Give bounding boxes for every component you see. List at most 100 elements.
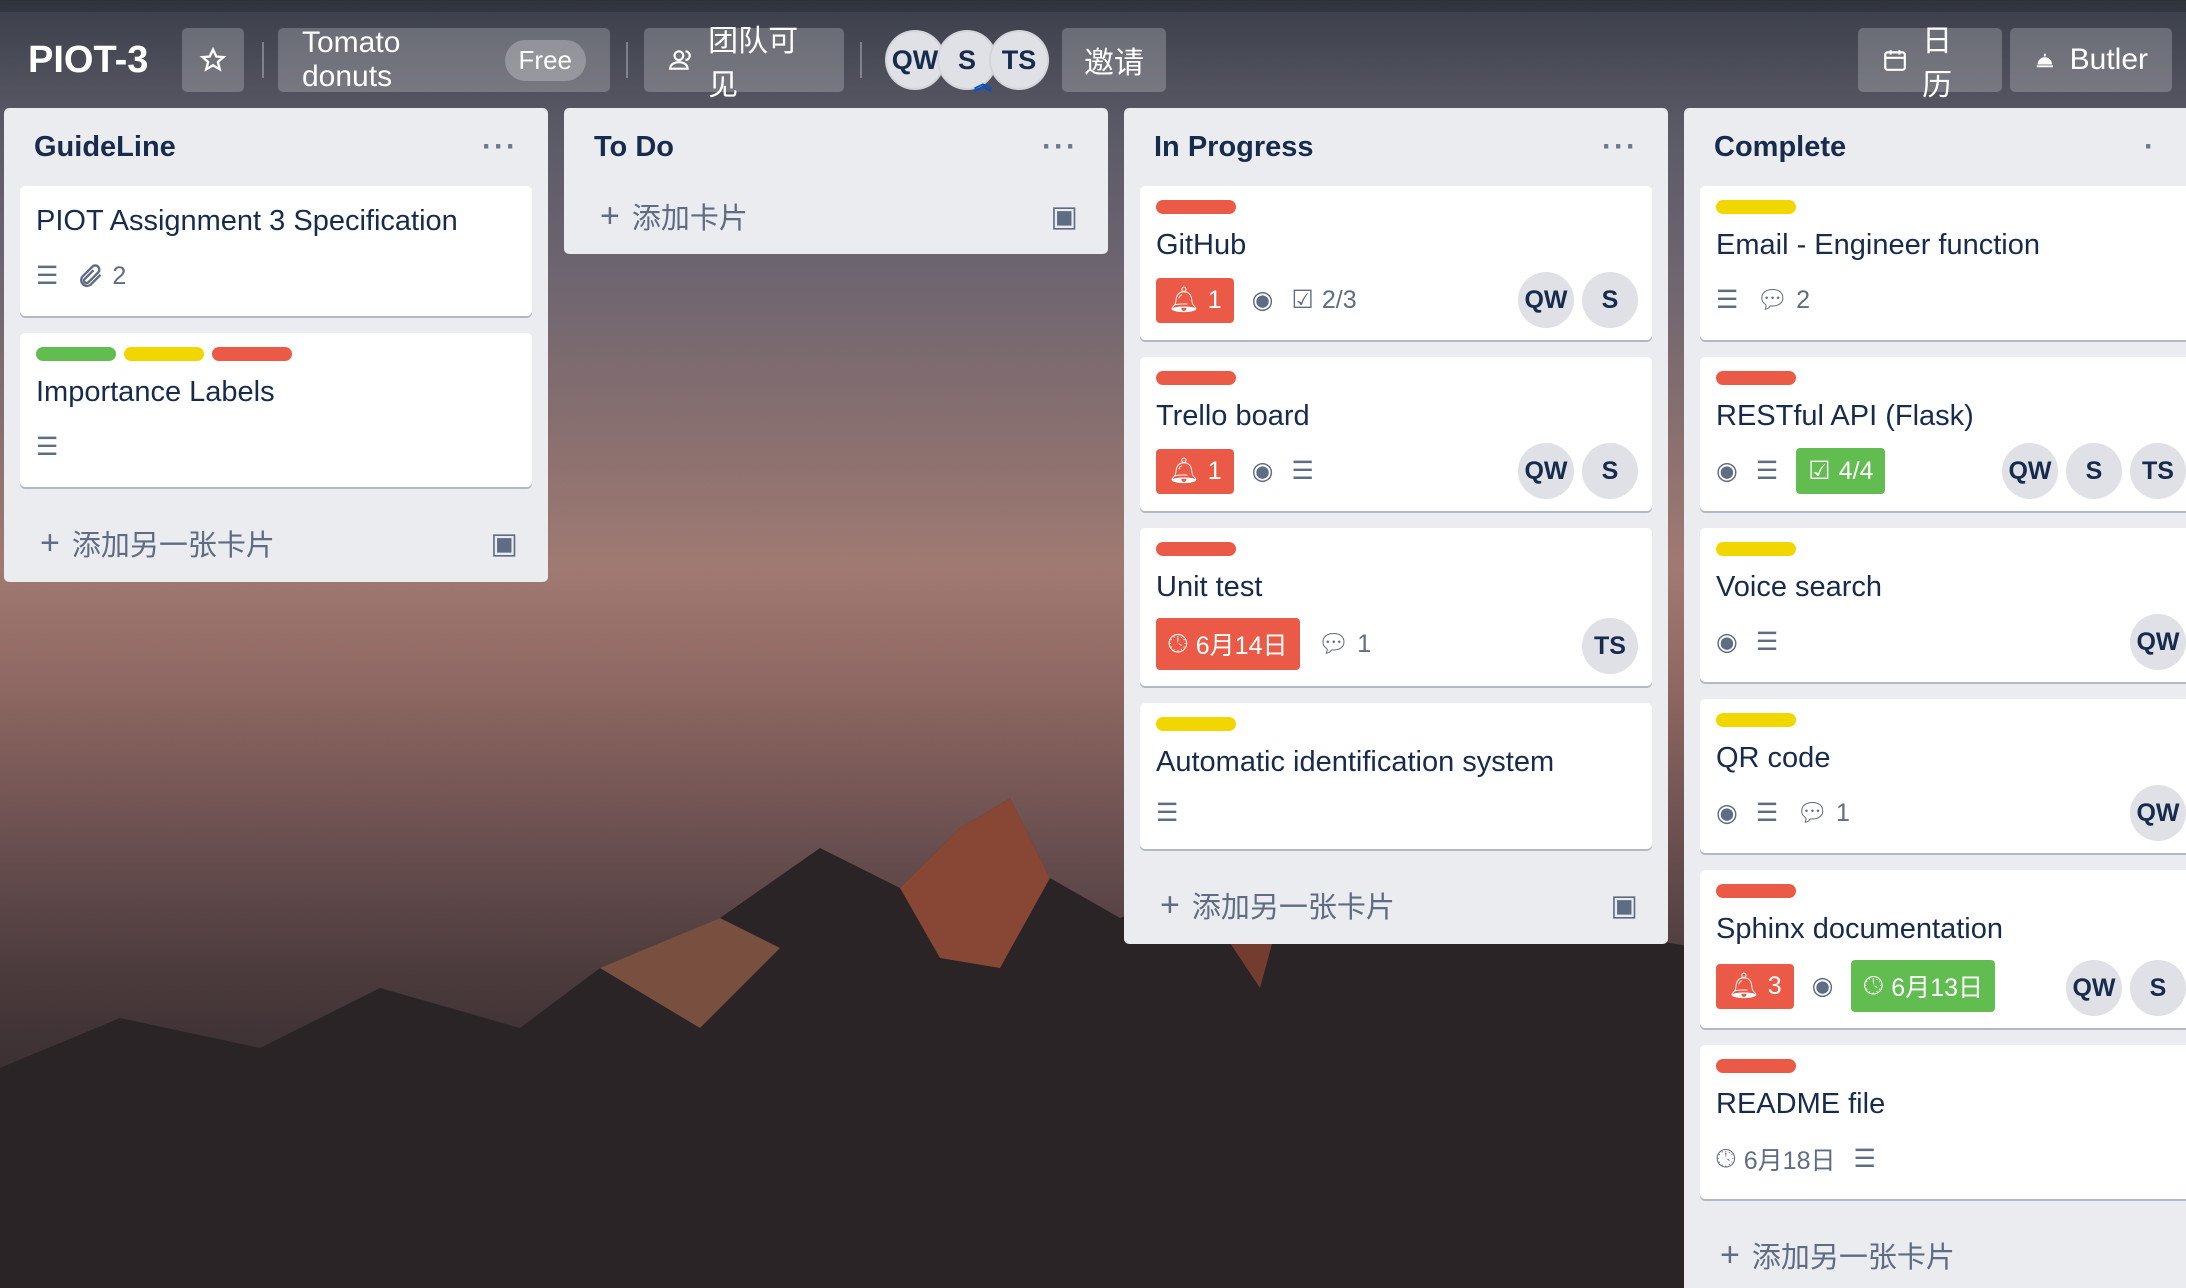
clock-icon: 🕓︎ xyxy=(1863,971,1884,1000)
card[interactable]: QR code ◉ ☰ 💬︎ 1 QW xyxy=(1700,699,2186,853)
label-red[interactable] xyxy=(1716,1059,1796,1073)
notification-count: 3 xyxy=(1767,971,1782,1000)
butler-button[interactable]: Butler xyxy=(2010,28,2172,92)
due-date-badge: 🕓︎ 6月18日 xyxy=(1716,1141,1836,1177)
card-template-icon[interactable]: ▣ xyxy=(491,526,518,561)
list-title[interactable]: To Do xyxy=(594,131,674,164)
card[interactable]: Unit test 🕓︎ 6月14日 💬︎ 1 TS xyxy=(1140,528,1652,686)
description-icon: ☰ xyxy=(36,433,59,461)
card-title: README file xyxy=(1716,1088,1886,1120)
card-badges: 🕓︎ 6月14日 💬︎ 1 xyxy=(1156,618,1636,670)
card-template-icon[interactable]: ▣ xyxy=(1051,199,1078,234)
list-menu-icon[interactable]: ··· xyxy=(1042,130,1078,164)
member-avatar[interactable]: TS xyxy=(1582,618,1638,674)
label-red[interactable] xyxy=(212,347,292,361)
list-header: In Progress ··· xyxy=(1124,108,1668,186)
card-labels xyxy=(1156,371,1636,385)
member-avatar[interactable]: QW xyxy=(1518,272,1574,328)
invite-button[interactable]: 邀请 xyxy=(1062,28,1166,92)
board-title[interactable]: PIOT-3 xyxy=(28,28,148,92)
comment-badge: 💬︎ 1 xyxy=(1796,799,1850,828)
label-yellow[interactable] xyxy=(124,347,204,361)
star-button[interactable] xyxy=(182,28,244,92)
add-card-button[interactable]: + 添加另一张卡片 ▣ xyxy=(4,504,548,582)
label-yellow[interactable] xyxy=(1716,713,1796,727)
card[interactable]: README file 🕓︎ 6月18日 ☰ xyxy=(1700,1045,2186,1199)
paperclip-icon xyxy=(80,264,102,288)
attachment-badge: 2 xyxy=(76,262,126,291)
list-header: GuideLine ··· xyxy=(4,108,548,186)
card-badges: 🕓︎ 6月18日 ☰ xyxy=(1716,1135,2170,1183)
clock-icon: 🕓︎ xyxy=(1168,629,1188,658)
card-labels xyxy=(1156,542,1636,556)
card[interactable]: Email - Engineer function ☰ 💬︎ 2 xyxy=(1700,186,2186,340)
label-yellow[interactable] xyxy=(1156,717,1236,731)
list-title[interactable]: GuideLine xyxy=(34,131,176,164)
member-avatar[interactable]: TS xyxy=(2130,443,2186,499)
team-button[interactable]: Tomato donuts Free xyxy=(278,26,610,93)
label-red[interactable] xyxy=(1156,200,1236,214)
card[interactable]: Sphinx documentation 🔔︎ 3 ◉ 🕓︎ 6月13日 QW S xyxy=(1700,870,2186,1028)
card[interactable]: Voice search ◉ ☰ QW xyxy=(1700,528,2186,682)
label-green[interactable] xyxy=(36,347,116,361)
card-title: Voice search xyxy=(1716,571,1883,603)
member-avatar[interactable]: QW xyxy=(1518,443,1574,499)
card-template-icon[interactable]: ▣ xyxy=(1611,888,1638,923)
card[interactable]: GitHub 🔔︎ 1 ◉ ☑ 2/3 QW S xyxy=(1140,186,1652,340)
card-title: Email - Engineer function xyxy=(1716,229,2040,261)
card-members: QW S xyxy=(1518,443,1638,499)
add-card-label: 添加另一张卡片 xyxy=(1191,892,1395,924)
card-labels xyxy=(1716,713,2170,727)
card[interactable]: PIOT Assignment 3 Specification ☰ 2 xyxy=(20,186,532,316)
label-red[interactable] xyxy=(1716,884,1796,898)
label-yellow[interactable] xyxy=(1716,542,1796,556)
card-members: TS xyxy=(1582,618,1638,674)
member-avatar[interactable]: QW xyxy=(2002,443,2058,499)
member-avatar[interactable]: QW xyxy=(2066,960,2122,1016)
add-card-button[interactable]: + 添加卡片 ▣ xyxy=(564,186,1108,254)
list-title[interactable]: Complete xyxy=(1714,131,1846,164)
label-red[interactable] xyxy=(1156,371,1236,385)
checklist-count: 2/3 xyxy=(1321,285,1357,314)
notification-badge: 🔔︎ 3 xyxy=(1716,963,1794,1009)
list-title[interactable]: In Progress xyxy=(1154,131,1314,164)
member-avatar[interactable]: TS xyxy=(989,30,1049,90)
member-avatar[interactable]: QW xyxy=(885,30,945,90)
member-avatar[interactable]: S xyxy=(1582,443,1638,499)
card[interactable]: Automatic identification system ☰ xyxy=(1140,703,1652,849)
calendar-button[interactable]: 日历 xyxy=(1858,25,2002,102)
card[interactable]: RESTful API (Flask) ◉ ☰ ☑ 4/4 QW S TS xyxy=(1700,357,2186,511)
member-avatar[interactable]: QW xyxy=(2130,785,2186,841)
member-avatar[interactable]: S xyxy=(2130,960,2186,1016)
label-yellow[interactable] xyxy=(1716,200,1796,214)
member-avatar[interactable]: S xyxy=(1582,272,1638,328)
watch-eye-icon: ◉ xyxy=(1716,457,1738,485)
board-members: QW S TS xyxy=(885,30,1049,90)
label-red[interactable] xyxy=(1156,542,1236,556)
add-card-label: 添加另一张卡片 xyxy=(71,530,275,562)
card-title: Trello board xyxy=(1156,400,1310,432)
add-card-button[interactable]: + 添加另一张卡片 xyxy=(1684,1216,2186,1288)
list-menu-icon[interactable]: ··· xyxy=(482,130,518,164)
add-card-button[interactable]: + 添加另一张卡片 ▣ xyxy=(1124,866,1668,944)
card[interactable]: Trello board 🔔︎ 1 ◉ ☰ QW S xyxy=(1140,357,1652,511)
notification-badge: 🔔︎ 1 xyxy=(1156,448,1234,494)
watch-eye-icon: ◉ xyxy=(1251,457,1274,485)
comment-icon: 💬︎ xyxy=(1796,798,1828,827)
member-avatar[interactable]: QW xyxy=(2130,614,2186,670)
member-avatar[interactable]: S xyxy=(2066,443,2122,499)
list-menu-icon[interactable]: ··· xyxy=(1602,130,1638,164)
due-date: 6月14日 xyxy=(1195,632,1288,660)
label-red[interactable] xyxy=(1716,371,1796,385)
card[interactable]: Importance Labels ☰ xyxy=(20,333,532,487)
card-badges: ☰ xyxy=(1156,793,1636,833)
list-menu-icon[interactable]: · xyxy=(2144,130,2156,164)
card-container: PIOT Assignment 3 Specification ☰ 2 Impo… xyxy=(4,186,548,487)
list-in-progress: In Progress ··· GitHub 🔔︎ 1 ◉ ☑ 2/3 QW S T… xyxy=(1124,108,1668,944)
card-badges: ☰ 2 xyxy=(36,252,516,300)
card-members: QW S xyxy=(1518,272,1638,328)
visibility-button[interactable]: 团队可见 xyxy=(644,25,844,102)
due-date: 6月13日 xyxy=(1891,974,1983,1002)
invite-label: 邀请 xyxy=(1084,47,1144,80)
card-members: QW xyxy=(2130,785,2186,841)
